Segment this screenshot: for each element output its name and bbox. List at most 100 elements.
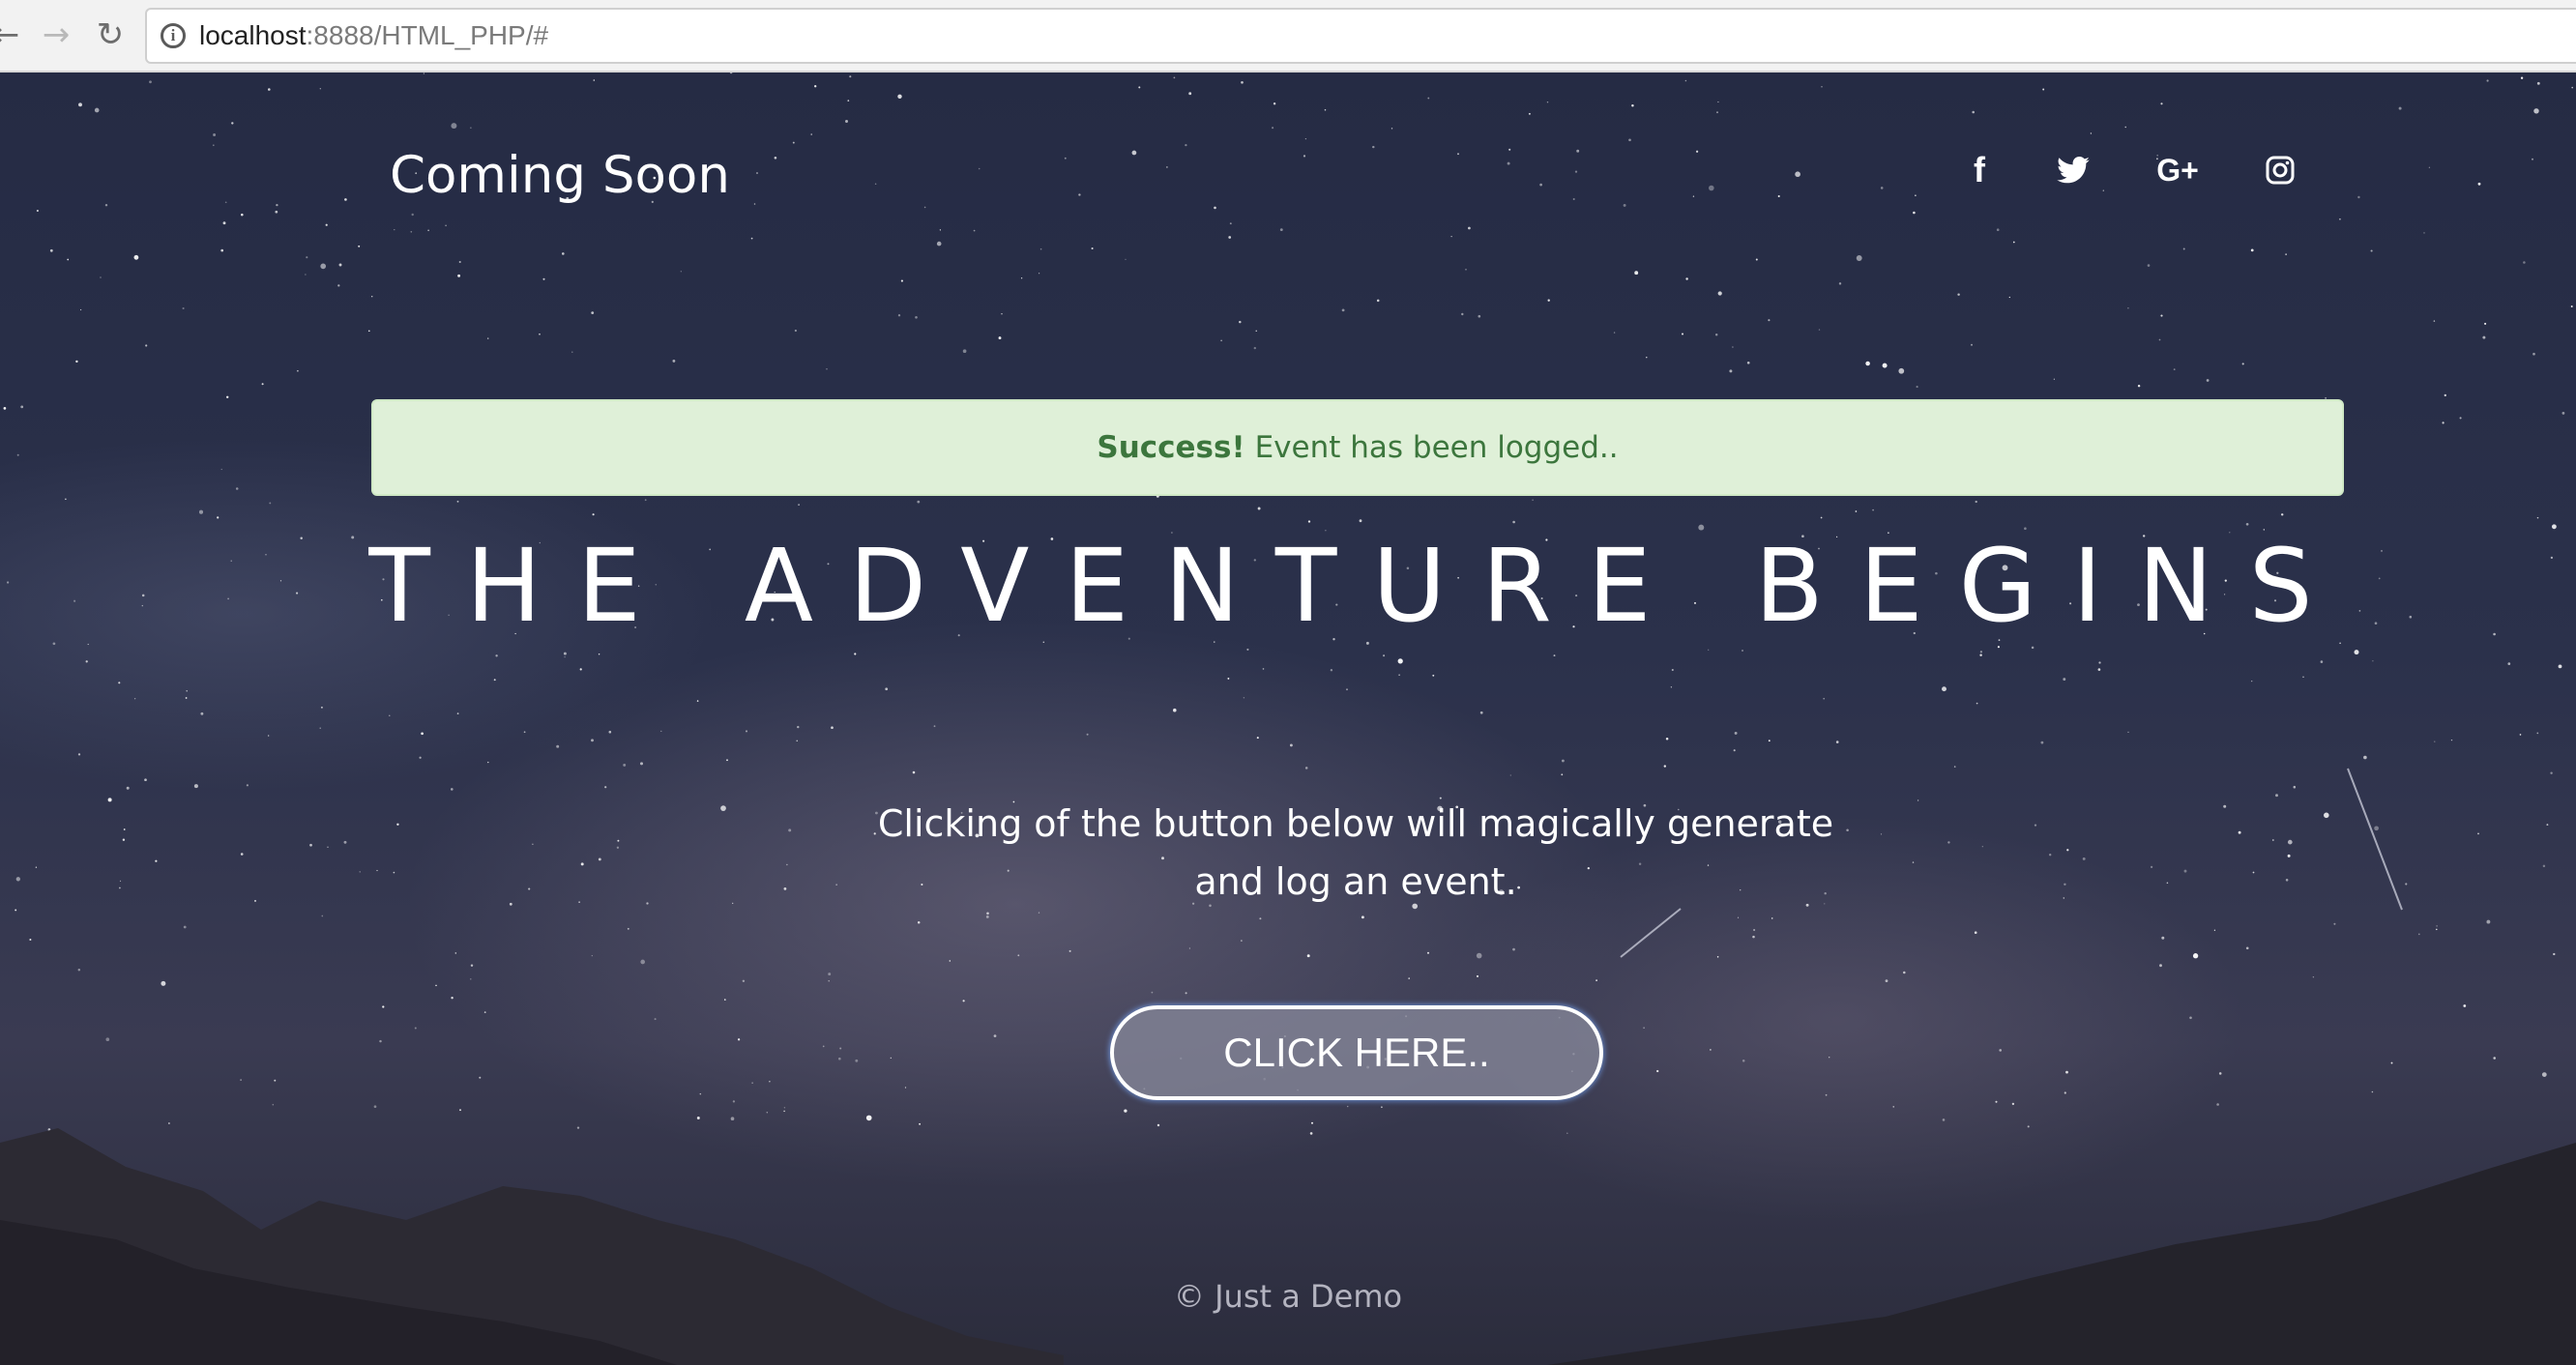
star <box>1324 108 1327 111</box>
star <box>1361 915 1364 919</box>
star <box>949 960 951 962</box>
star <box>78 102 82 107</box>
star <box>183 925 187 929</box>
star <box>235 487 239 490</box>
brand-title[interactable]: Coming Soon <box>390 146 730 205</box>
star <box>2241 363 2244 365</box>
reload-icon[interactable]: ↻ <box>91 15 130 54</box>
star <box>933 725 936 728</box>
star <box>2223 804 2227 808</box>
star <box>1997 646 2000 649</box>
star <box>458 260 461 264</box>
star <box>917 500 921 504</box>
star <box>646 902 649 905</box>
star <box>1634 271 1639 276</box>
star <box>539 333 541 335</box>
star <box>2293 785 2297 789</box>
star <box>2436 928 2438 931</box>
star <box>1450 235 1452 238</box>
info-icon[interactable]: i <box>161 23 186 48</box>
star <box>579 668 582 671</box>
star <box>1912 861 1915 863</box>
star <box>269 502 272 505</box>
star <box>1359 519 1362 523</box>
star <box>2287 839 2293 845</box>
star <box>1330 669 1333 672</box>
star <box>962 1000 965 1002</box>
star <box>2570 305 2573 307</box>
star <box>854 653 857 655</box>
star <box>580 862 584 866</box>
star <box>319 727 321 729</box>
address-bar[interactable]: i localhost:8888/HTML_PHP/# <box>145 8 2576 64</box>
star <box>1818 329 1821 331</box>
star <box>680 271 682 273</box>
star <box>193 784 198 789</box>
google-plus-icon[interactable]: G+ <box>2152 148 2203 192</box>
star <box>119 880 122 883</box>
star <box>1426 951 1430 954</box>
star <box>3 407 7 410</box>
star <box>325 223 328 226</box>
star <box>1001 312 1003 315</box>
star <box>616 846 620 849</box>
star <box>822 1045 825 1048</box>
star <box>35 866 38 868</box>
star <box>451 997 454 1000</box>
star <box>724 999 726 1001</box>
star <box>1507 161 1510 165</box>
star <box>1390 128 1393 130</box>
star <box>1885 979 1888 983</box>
star <box>828 973 832 976</box>
star <box>936 241 942 247</box>
star <box>1039 247 1042 250</box>
star <box>1628 138 1631 142</box>
star <box>1746 361 1750 364</box>
star <box>1341 308 1345 312</box>
star <box>2065 1070 2068 1074</box>
twitter-icon[interactable] <box>2054 148 2093 192</box>
instagram-icon[interactable] <box>2263 148 2298 192</box>
star <box>1408 977 1410 979</box>
alert-message: Event has been logged.. <box>1254 430 1619 465</box>
star <box>2034 824 2037 827</box>
back-arrow-icon[interactable]: ← <box>0 15 25 54</box>
star <box>1979 653 1982 656</box>
star <box>1228 236 1232 239</box>
star <box>604 786 607 789</box>
star <box>1151 991 1154 994</box>
star <box>939 229 942 231</box>
facebook-icon[interactable]: f <box>1965 148 1994 192</box>
url-path: :8888/HTML_PHP/# <box>306 20 549 50</box>
star <box>1229 222 1232 225</box>
star <box>1547 299 1550 302</box>
star <box>1947 841 1950 844</box>
star <box>2124 126 2126 129</box>
star <box>1304 137 1307 140</box>
url-host: localhost <box>199 20 307 50</box>
star <box>2558 664 2562 669</box>
star <box>838 1057 841 1060</box>
star <box>1457 153 1459 156</box>
url-text[interactable]: localhost:8888/HTML_PHP/# <box>199 20 548 51</box>
star <box>788 828 792 832</box>
star <box>213 133 217 136</box>
star <box>814 85 817 88</box>
star <box>1595 979 1597 981</box>
star <box>2285 253 2287 255</box>
star <box>104 203 108 207</box>
star <box>2434 741 2436 742</box>
star <box>1255 330 1257 332</box>
star <box>2444 393 2446 397</box>
star <box>1532 499 1534 501</box>
star <box>2042 88 2045 91</box>
star <box>1512 520 1515 524</box>
star <box>198 509 204 514</box>
click-here-button[interactable]: CLICK HERE.. <box>1110 1005 1603 1100</box>
star <box>470 127 472 129</box>
star <box>1646 357 1648 359</box>
star <box>1509 774 1511 776</box>
star <box>36 209 39 213</box>
star <box>640 762 643 766</box>
forward-arrow-icon[interactable]: → <box>37 15 75 54</box>
